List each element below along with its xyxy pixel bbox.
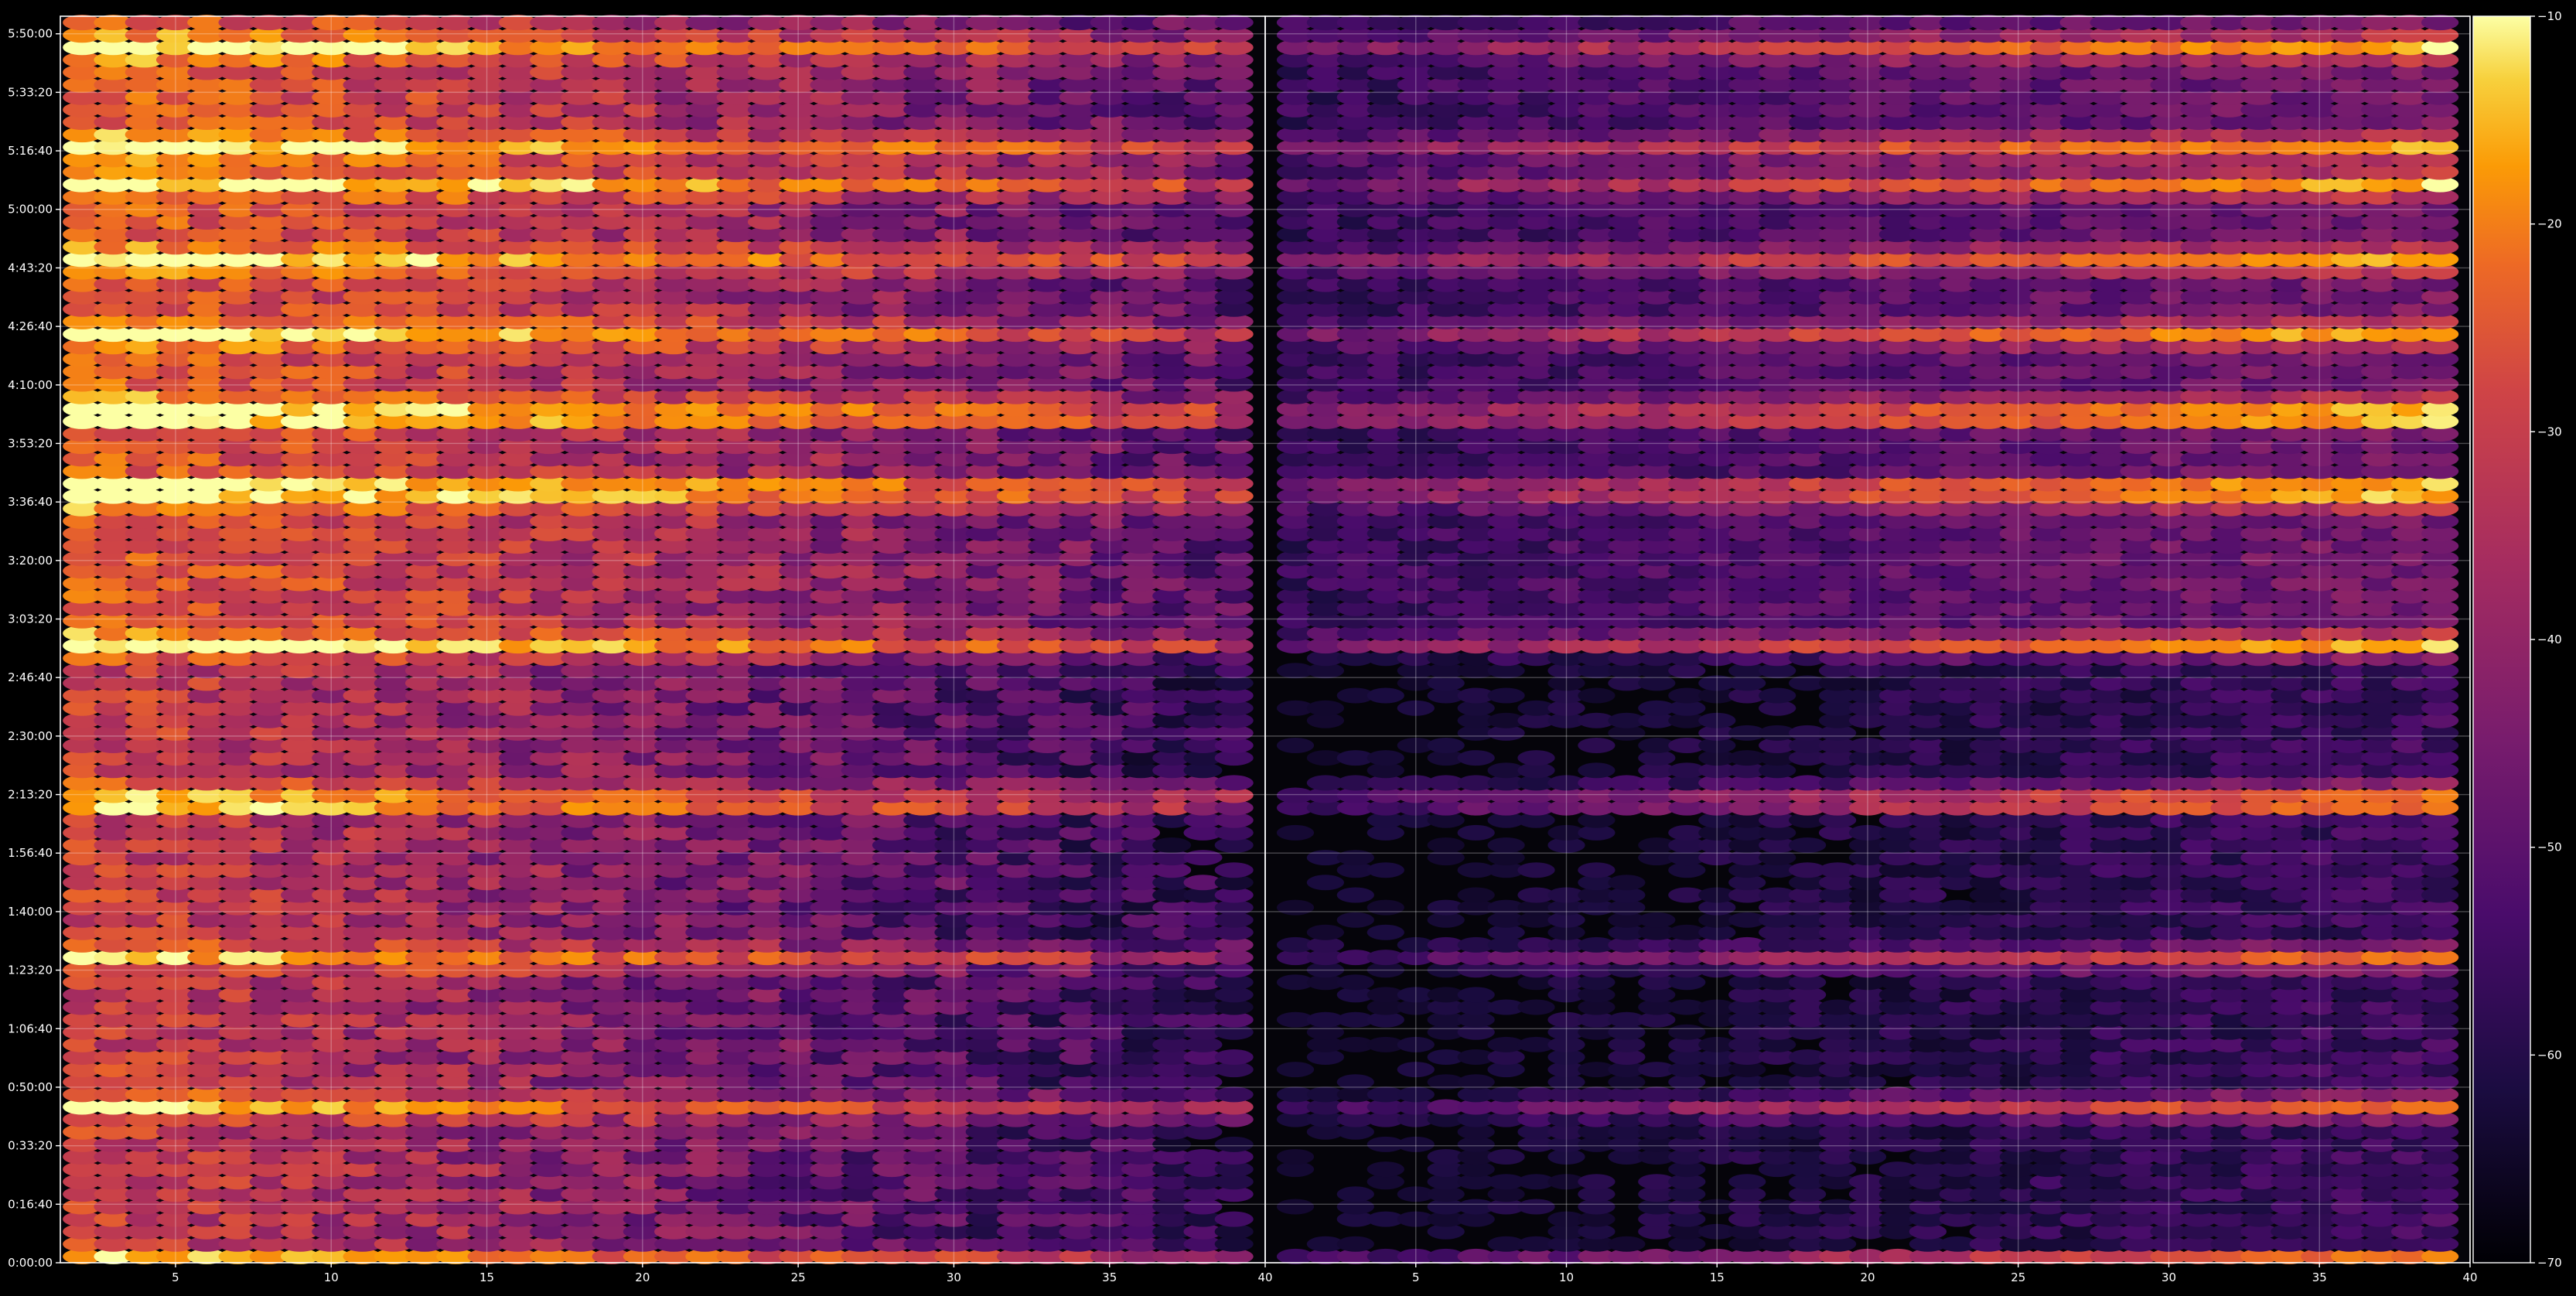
heat-cell <box>1517 1199 1555 1215</box>
heat-cell <box>1214 1136 1254 1152</box>
heat-cell <box>1427 837 1465 853</box>
heat-cell <box>1336 912 1374 928</box>
heat-cell <box>1336 974 1374 991</box>
heat-cell <box>1276 824 1315 841</box>
heat-cell <box>1214 15 1254 31</box>
heat-cell <box>1306 924 1344 940</box>
heat-cell <box>1152 837 1192 853</box>
heat-cell <box>1487 1149 1525 1165</box>
heat-cell <box>1578 1174 1616 1190</box>
heat-cell <box>1276 899 1315 916</box>
heat-cell <box>1183 850 1223 866</box>
heat-cell <box>1276 1149 1315 1165</box>
heat-cell <box>1306 875 1344 891</box>
heat-cell <box>1336 887 1374 903</box>
heat-cell <box>1457 824 1495 841</box>
heat-cell <box>1336 850 1374 866</box>
heat-cell <box>1517 862 1555 878</box>
heat-cell <box>1608 875 1646 891</box>
heat-cell <box>1276 1199 1315 1215</box>
heat-cell <box>1457 887 1495 903</box>
heat-cell <box>1517 999 1555 1015</box>
heat-cell <box>1789 837 1827 853</box>
heat-cell <box>1457 987 1495 1003</box>
spectrogram-svg: 0:00:000:16:400:33:200:50:001:06:401:23:… <box>8 9 2561 1284</box>
heat-cell <box>1728 1174 1766 1190</box>
heat-cell <box>1276 1062 1315 1078</box>
heat-cell <box>1214 1049 1254 1065</box>
heat-cell <box>1336 1186 1374 1202</box>
spectrogram-figure: 0:00:00 0:16:40 0:33:20 0:50:00 1:06:40 1:23:… <box>0 0 2576 1293</box>
heat-cell <box>1366 1161 1404 1178</box>
heat-cell <box>1366 924 1404 940</box>
heat-cell <box>1366 862 1404 878</box>
heat-cell <box>1638 912 1676 928</box>
heat-cell <box>1214 1086 1254 1103</box>
heat-cell <box>1608 1236 1646 1252</box>
heat-cell <box>1668 1024 1706 1040</box>
heat-cell <box>1214 862 1254 878</box>
heat-cell <box>1336 1236 1374 1252</box>
heat-cell <box>1366 899 1404 916</box>
heat-cell <box>1578 862 1616 878</box>
heat-cell <box>1214 775 1254 791</box>
heat-cell <box>1487 837 1525 853</box>
heat-cell <box>1214 1211 1254 1227</box>
